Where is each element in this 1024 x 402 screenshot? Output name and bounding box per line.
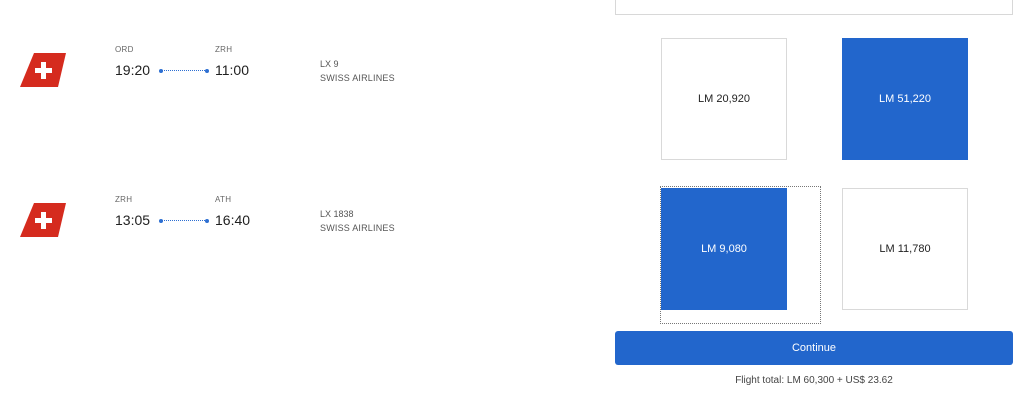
swiss-tail-logo-icon: [20, 203, 66, 237]
route-line: [159, 68, 209, 73]
fare-option-economy-selected[interactable]: LM 9,080: [661, 188, 787, 310]
origin-code: ORD: [115, 45, 134, 54]
flight-total: Flight total: LM 60,300 + US$ 23.62: [735, 375, 893, 386]
fare-option-business[interactable]: LM 11,780: [842, 188, 968, 310]
arrival-time: 16:40: [215, 212, 251, 228]
airline-name: SWISS AIRLINES: [320, 73, 395, 83]
route-end-dot: [205, 68, 209, 73]
fare-price: LM 51,220: [879, 93, 931, 105]
airline-name: SWISS AIRLINES: [320, 223, 395, 233]
fare-price: LM 9,080: [701, 243, 747, 255]
fare-price: LM 11,780: [879, 243, 931, 255]
route-start-dot: [159, 68, 163, 73]
fare-option-business-selected[interactable]: LM 51,220: [842, 38, 968, 160]
arrival-time: 11:00: [215, 62, 249, 78]
departure-time: 13:05: [115, 212, 151, 228]
route-line: [159, 218, 209, 223]
top-panel: [615, 0, 1013, 15]
flight-row: ZRH 13:05 ATH 16:40 LX 1838 SWISS AIRLIN…: [0, 190, 600, 260]
destination-code: ZRH: [215, 45, 233, 54]
fare-option-economy[interactable]: LM 20,920: [661, 38, 787, 160]
route-end-dot: [205, 218, 209, 223]
route-start-dot: [159, 218, 163, 223]
continue-button[interactable]: Continue: [615, 331, 1013, 365]
origin-code: ZRH: [115, 195, 133, 204]
flight-row: ORD 19:20 ZRH 11:00 LX 9 SWISS AIRLINES: [0, 40, 600, 110]
flight-number: LX 1838: [320, 209, 354, 219]
departure-time: 19:20: [115, 62, 151, 78]
swiss-tail-logo-icon: [20, 53, 66, 87]
flight-number: LX 9: [320, 59, 339, 69]
fare-price: LM 20,920: [698, 93, 750, 105]
destination-code: ATH: [215, 195, 232, 204]
